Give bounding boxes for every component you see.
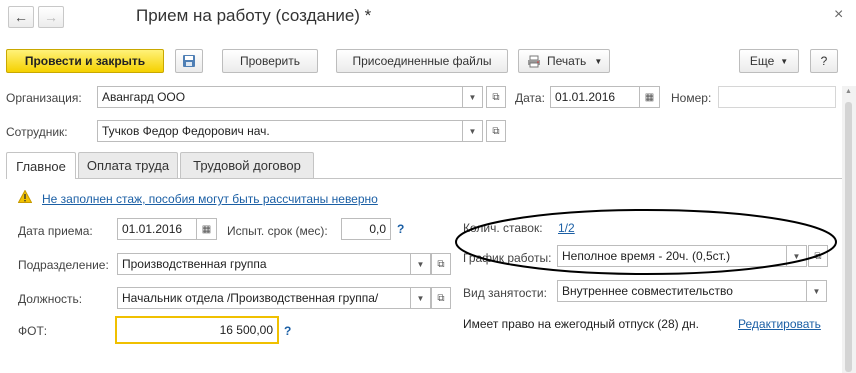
number-field[interactable]: [718, 86, 836, 108]
hire-date-label: Дата приема:: [18, 224, 93, 238]
forward-button[interactable]: →: [38, 6, 64, 28]
active-tab-gap: [7, 178, 75, 179]
vacation-text: Имеет право на ежегодный отпуск (28) дн.: [463, 317, 699, 331]
employee-dropdown[interactable]: ▼: [463, 120, 483, 142]
chevron-down-icon: ▼: [780, 56, 789, 66]
printer-icon: [528, 55, 540, 67]
chevron-down-icon: ▼: [468, 126, 477, 136]
chevron-down-icon: ▼: [594, 56, 603, 66]
arrow-right-icon: →: [44, 9, 58, 25]
position-dropdown[interactable]: ▼: [411, 287, 431, 309]
organization-dropdown[interactable]: ▼: [463, 86, 483, 108]
edit-vacation-link[interactable]: Редактировать: [738, 317, 821, 331]
save-button[interactable]: [175, 49, 203, 73]
help-button[interactable]: ?: [810, 49, 838, 73]
scroll-up-icon[interactable]: ▲: [845, 88, 852, 95]
more-label: Еще: [749, 54, 775, 68]
calendar-icon: ▦: [644, 91, 655, 103]
open-icon: ⧉: [437, 258, 445, 270]
organization-label: Организация:: [6, 91, 82, 105]
hire-date-calendar-button[interactable]: ▦: [197, 218, 217, 240]
close-icon[interactable]: ×: [834, 6, 843, 24]
employment-field[interactable]: Внутреннее совместительство: [557, 280, 807, 302]
date-calendar-button[interactable]: ▦: [640, 86, 660, 108]
tab-main[interactable]: Главное: [6, 152, 76, 179]
employee-open-button[interactable]: ⧉: [486, 120, 506, 142]
employee-label: Сотрудник:: [6, 125, 68, 139]
open-icon: ⧉: [437, 292, 445, 304]
check-button[interactable]: Проверить: [222, 49, 318, 73]
probation-field[interactable]: 0,0: [341, 218, 391, 240]
probation-label: Испыт. срок (мес):: [227, 224, 328, 238]
attached-files-button[interactable]: Присоединенные файлы: [336, 49, 508, 73]
tab-divider: [6, 178, 842, 179]
open-icon: ⧉: [492, 125, 500, 137]
division-label: Подразделение:: [18, 258, 109, 272]
date-field[interactable]: 01.01.2016: [550, 86, 640, 108]
hire-date-field[interactable]: 01.01.2016: [117, 218, 197, 240]
chevron-down-icon: ▼: [416, 293, 425, 303]
division-field[interactable]: Производственная группа: [117, 253, 411, 275]
page-title: Прием на работу (создание) *: [136, 6, 372, 25]
position-open-button[interactable]: ⧉: [431, 287, 451, 309]
floppy-disk-icon: [183, 55, 195, 67]
chevron-down-icon: ▼: [416, 259, 425, 269]
tab-payment[interactable]: Оплата труда: [78, 152, 178, 178]
arrow-left-icon: ←: [14, 9, 28, 25]
back-button[interactable]: ←: [8, 6, 34, 28]
employment-label: Вид занятости:: [463, 286, 547, 300]
fot-label: ФОТ:: [18, 324, 48, 338]
scrollbar-thumb[interactable]: [845, 102, 852, 372]
number-label: Номер:: [671, 91, 712, 105]
fot-field[interactable]: 16 500,00: [115, 316, 279, 344]
chevron-down-icon: ▼: [468, 92, 477, 102]
organization-field[interactable]: Авангард ООО: [97, 86, 463, 108]
annotation-ellipse: [455, 209, 837, 275]
scrollbar[interactable]: ▲: [842, 86, 856, 373]
employment-dropdown[interactable]: ▼: [807, 280, 827, 302]
probation-help-icon[interactable]: ?: [397, 222, 404, 236]
calendar-icon: ▦: [201, 223, 212, 235]
print-button[interactable]: Печать ▼: [518, 49, 610, 73]
division-open-button[interactable]: ⧉: [431, 253, 451, 275]
tab-contract[interactable]: Трудовой договор: [180, 152, 314, 178]
employee-field[interactable]: Тучков Федор Федорович нач.: [97, 120, 463, 142]
chevron-down-icon: ▼: [812, 286, 821, 296]
date-label: Дата:: [515, 91, 545, 105]
division-dropdown[interactable]: ▼: [411, 253, 431, 275]
position-label: Должность:: [18, 292, 83, 306]
warning-link[interactable]: Не заполнен стаж, пособия могут быть рас…: [42, 192, 378, 206]
print-label: Печать: [547, 54, 587, 68]
warning-icon: [18, 190, 32, 203]
open-icon: ⧉: [492, 91, 500, 103]
organization-open-button[interactable]: ⧉: [486, 86, 506, 108]
position-field[interactable]: Начальник отдела /Производственная групп…: [117, 287, 411, 309]
fot-help-icon[interactable]: ?: [284, 324, 291, 338]
post-and-close-button[interactable]: Провести и закрыть: [6, 49, 164, 73]
more-button[interactable]: Еще ▼: [739, 49, 799, 73]
